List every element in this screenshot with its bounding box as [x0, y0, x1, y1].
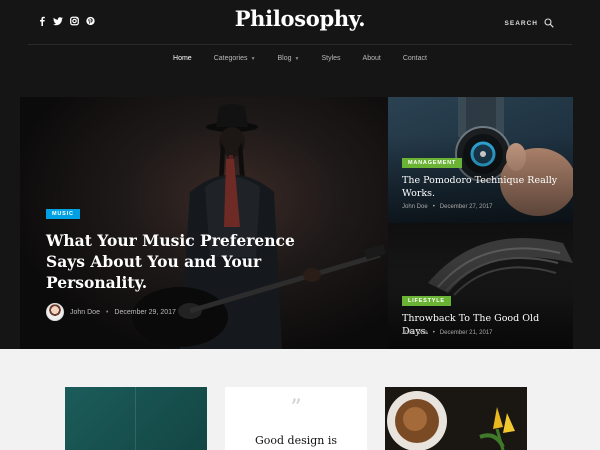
site-header: Philosophy. SEARCH Home Categories ▼ Blog…	[0, 0, 600, 84]
post-author[interactable]: John Doe	[70, 309, 100, 316]
quote-text: Good design is	[254, 434, 338, 447]
meta-separator: •	[432, 330, 435, 336]
meta-separator: •	[432, 204, 435, 210]
nav-item-blog[interactable]: Blog ▼	[267, 55, 311, 62]
chevron-down-icon: ▼	[294, 55, 300, 62]
nav-label: Contact	[402, 55, 427, 62]
post-title[interactable]: The Pomodoro Technique Really Works.	[402, 174, 562, 200]
post-tile-1[interactable]	[65, 387, 207, 450]
chevron-down-icon: ▼	[250, 55, 256, 62]
search-icon	[544, 18, 554, 28]
nav-item-categories[interactable]: Categories ▼	[203, 55, 267, 62]
category-badge[interactable]: LIFESTYLE	[402, 296, 451, 306]
post-meta: John Doe • December 29, 2017	[46, 303, 176, 321]
avatar	[46, 303, 64, 321]
post-meta: John Doe • December 27, 2017	[402, 204, 493, 210]
post-meta: John Doe • December 21, 2017	[402, 330, 493, 336]
nav-item-contact[interactable]: Contact	[392, 55, 438, 62]
nav-item-about[interactable]: About	[352, 55, 392, 62]
post-date: December 29, 2017	[114, 308, 176, 316]
side-post-2[interactable]: LIFESTYLE Throwback To The Good Old Days…	[388, 223, 573, 349]
post-author[interactable]: John Doe	[402, 330, 428, 336]
post-title[interactable]: What Your Music Preference Says About Yo…	[46, 230, 296, 293]
side-post-1[interactable]: MANAGEMENT The Pomodoro Technique Really…	[388, 97, 573, 223]
posts-grid-section: ” Good design is	[0, 349, 600, 450]
meta-separator: •	[105, 308, 109, 316]
post-date: December 21, 2017	[439, 330, 493, 336]
main-navigation: Home Categories ▼ Blog ▼ Styles About Cont…	[0, 55, 600, 62]
tile-divider	[135, 387, 136, 450]
category-badge[interactable]: MUSIC	[46, 209, 80, 219]
nav-label: Blog	[277, 55, 292, 62]
post-author[interactable]: John Doe	[402, 204, 428, 210]
coffee-photo	[387, 391, 515, 450]
category-badge[interactable]: MANAGEMENT	[402, 158, 463, 168]
nav-label: About	[362, 55, 381, 62]
search-label: SEARCH	[504, 19, 538, 27]
quote-icon: ”	[290, 396, 302, 421]
nav-label: Home	[173, 55, 192, 62]
nav-item-styles[interactable]: Styles	[310, 55, 351, 62]
post-date: December 27, 2017	[439, 204, 493, 210]
featured-post[interactable]: MUSIC What Your Music Preference Says Ab…	[20, 97, 388, 349]
header-divider	[28, 44, 572, 45]
nav-label: Categories	[213, 55, 248, 62]
post-tile-3[interactable]	[385, 387, 527, 450]
search-toggle[interactable]: SEARCH	[505, 18, 554, 28]
quote-tile[interactable]: ” Good design is	[225, 387, 367, 450]
nav-label: Styles	[321, 55, 341, 62]
nav-item-home[interactable]: Home	[162, 55, 203, 62]
